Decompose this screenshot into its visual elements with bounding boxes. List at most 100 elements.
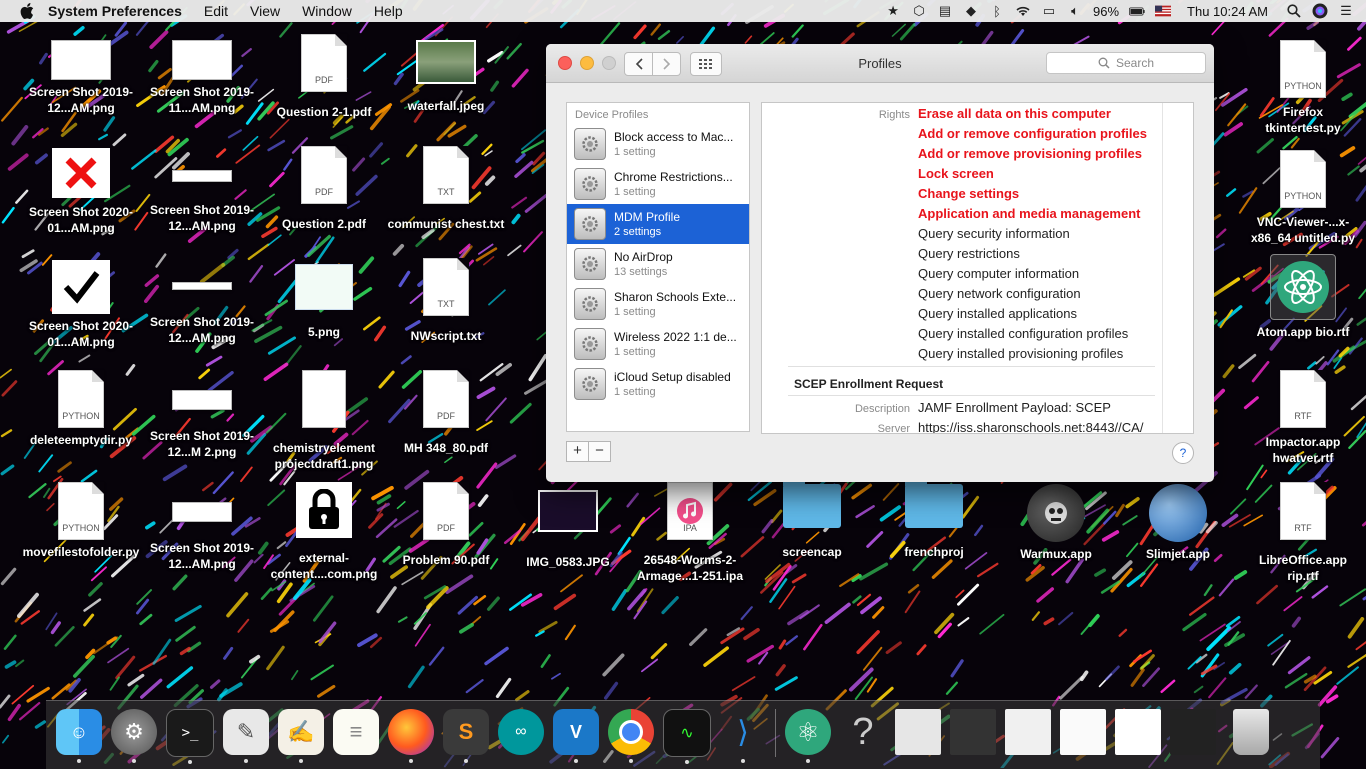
desktop-file[interactable]: RTF Impactor.app hwatver.rtf — [1244, 370, 1362, 466]
menu-window[interactable]: Window — [302, 3, 352, 19]
desktop-file[interactable]: chemistryelement projectdraft1.png — [265, 370, 383, 472]
profile-list-item[interactable]: Block access to Mac...1 setting — [567, 124, 749, 164]
desktop-file[interactable]: PDF Question 2.pdf — [265, 146, 383, 232]
desktop-file[interactable]: IMG_0583.JPG — [509, 488, 627, 570]
battery-icon[interactable] — [1129, 3, 1145, 19]
star-icon[interactable]: ★ — [885, 3, 901, 19]
cube-icon[interactable]: ⬡ — [911, 3, 927, 19]
sublime-text-icon[interactable]: S — [443, 709, 489, 755]
help-button[interactable]: ? — [1172, 442, 1194, 464]
wallpaper-streak — [1261, 470, 1266, 477]
menu-help[interactable]: Help — [374, 3, 403, 19]
search-field[interactable]: Search — [1046, 52, 1206, 74]
window-thumb-6[interactable] — [1170, 709, 1216, 755]
search-icon[interactable] — [1286, 3, 1302, 19]
atom-icon[interactable]: ⚛ — [785, 709, 831, 755]
finder-icon[interactable]: ☺ — [56, 709, 102, 755]
remove-profile-button[interactable]: − — [589, 441, 611, 462]
desktop-file[interactable]: TXT communist chest.txt — [387, 146, 505, 232]
window-thumb-4[interactable] — [1060, 709, 1106, 755]
detail-scrollbar[interactable] — [1162, 103, 1193, 433]
desktop-file[interactable]: Screen Shot 2020-01...AM.png — [22, 148, 140, 236]
desktop-app[interactable]: Atom.app bio.rtf — [1244, 254, 1362, 340]
desktop-file[interactable]: waterfall.jpeg — [387, 40, 505, 114]
desktop-file[interactable]: Screen Shot 2019-12...AM.png — [143, 152, 261, 234]
arduino-icon[interactable]: ∞ — [498, 709, 544, 755]
desktop-file[interactable]: PYTHON Firefox tkintertest.py — [1244, 40, 1362, 136]
profile-detail-pane[interactable]: Rights Erase all data on this computerAd… — [761, 102, 1194, 434]
wallpaper-streak — [652, 25, 660, 35]
desktop-file[interactable]: Screen Shot 2019-12...AM.png — [143, 264, 261, 346]
file-label: VNC-Viewer-...x-x86_64 untitled.py — [1244, 214, 1362, 246]
app-menu-name[interactable]: System Preferences — [48, 3, 182, 19]
wallpaper-streak — [56, 627, 73, 645]
vnc-viewer-icon[interactable]: V — [553, 709, 599, 755]
wallpaper-streak — [1132, 670, 1143, 685]
wallpaper-streak — [395, 246, 402, 254]
wallpaper-streak — [526, 381, 548, 394]
desktop-file[interactable]: Screen Shot 2019-11...AM.png — [143, 40, 261, 116]
window-thumb-3[interactable] — [1005, 709, 1051, 755]
desktop-file[interactable]: PYTHON deleteemptydir.py — [22, 370, 140, 448]
desktop-file[interactable]: Screen Shot 2019-12...AM.png — [143, 488, 261, 572]
desktop-file[interactable]: Screen Shot 2019-12...M 2.png — [143, 376, 261, 460]
desktop-file[interactable]: PYTHON VNC-Viewer-...x-x86_64 untitled.p… — [1244, 150, 1362, 246]
siri-icon[interactable] — [1312, 3, 1328, 19]
system-preferences-icon[interactable]: ⚙ — [111, 709, 157, 755]
checkmark-thumbnail-icon — [52, 260, 110, 314]
textedit-icon[interactable]: ✍ — [278, 709, 324, 755]
menu-edit[interactable]: Edit — [204, 3, 228, 19]
desktop-file[interactable]: 5.png — [265, 264, 383, 340]
airplay-icon[interactable]: ▭ — [1041, 3, 1057, 19]
desktop-file[interactable]: Screen Shot 2020-01...AM.png — [22, 260, 140, 350]
apple-menu-icon[interactable] — [18, 2, 36, 20]
desktop-app[interactable]: Slimjet.app — [1119, 484, 1237, 562]
drive-icon[interactable]: ▤ — [937, 3, 953, 19]
desktop-file[interactable]: PDF MH 348_80.pdf — [387, 370, 505, 456]
wifi-icon[interactable] — [1015, 3, 1031, 19]
profile-list-item[interactable]: Wireless 2022 1:1 de...1 setting — [567, 324, 749, 364]
firefox-icon[interactable] — [388, 709, 434, 755]
vscode-icon[interactable]: ⟩ — [720, 709, 766, 755]
wallpaper-streak — [5, 636, 15, 649]
help-icon[interactable]: ? — [840, 709, 886, 755]
profile-list-item[interactable]: No AirDrop13 settings — [567, 244, 749, 284]
profile-list-item[interactable]: Chrome Restrictions...1 setting — [567, 164, 749, 204]
profile-list-item[interactable]: Sharon Schools Exte...1 setting — [567, 284, 749, 324]
desktop-file[interactable]: PDF Question 2-1.pdf — [265, 34, 383, 120]
wallpaper-streak — [82, 471, 96, 481]
script-editor-icon[interactable]: ✎ — [223, 709, 269, 755]
trash-icon[interactable] — [1233, 709, 1269, 755]
list-icon[interactable]: ☰ — [1338, 3, 1354, 19]
desktop-app[interactable]: Warmux.app — [997, 484, 1115, 562]
activity-monitor-icon[interactable]: ∿ — [663, 709, 711, 757]
battery-percent[interactable]: 96% — [1093, 4, 1119, 19]
profile-list-item[interactable]: MDM Profile2 settings — [567, 204, 749, 244]
menu-clock[interactable]: Thu 10:24 AM — [1187, 4, 1268, 19]
desktop-file[interactable]: IPA 26548-Worms-2-Armage...1-251.ipa — [631, 482, 749, 584]
desktop-folder[interactable]: screencap — [753, 484, 871, 560]
desktop-file[interactable]: external-content....com.png — [265, 482, 383, 582]
dropbox-icon[interactable]: ◆ — [963, 3, 979, 19]
desktop-file[interactable]: TXT NWscript.txt — [387, 258, 505, 344]
menu-view[interactable]: View — [250, 3, 280, 19]
window-titlebar[interactable]: Profiles Search — [546, 44, 1214, 83]
chrome-icon[interactable] — [608, 709, 654, 755]
bluetooth-icon[interactable]: ᛒ — [989, 3, 1005, 19]
add-profile-button[interactable]: + — [566, 441, 589, 462]
desktop-file[interactable]: Screen Shot 2019-12...AM.png — [22, 40, 140, 116]
flag-icon[interactable] — [1155, 3, 1171, 19]
description-label: Description — [762, 403, 910, 415]
desktop-file[interactable]: RTF LibreOffice.app rip.rtf — [1244, 482, 1362, 584]
terminal-icon[interactable]: >_ — [166, 709, 214, 757]
window-thumb-2[interactable] — [950, 709, 996, 755]
desktop-file[interactable]: PDF Problem 90.pdf — [387, 482, 505, 568]
profile-list-item[interactable]: iCloud Setup disabled1 setting — [567, 364, 749, 404]
profile-list[interactable]: Device Profiles Block access to Mac...1 … — [566, 102, 750, 432]
desktop-file[interactable]: PYTHON movefilestofolder.py — [22, 482, 140, 560]
window-thumb-1[interactable] — [895, 709, 941, 755]
window-thumb-5[interactable] — [1115, 709, 1161, 755]
volume-icon[interactable]: 🔈︎ — [1067, 3, 1083, 19]
notes-icon[interactable]: ≡ — [333, 709, 379, 755]
desktop-folder[interactable]: frenchproj — [875, 484, 993, 560]
